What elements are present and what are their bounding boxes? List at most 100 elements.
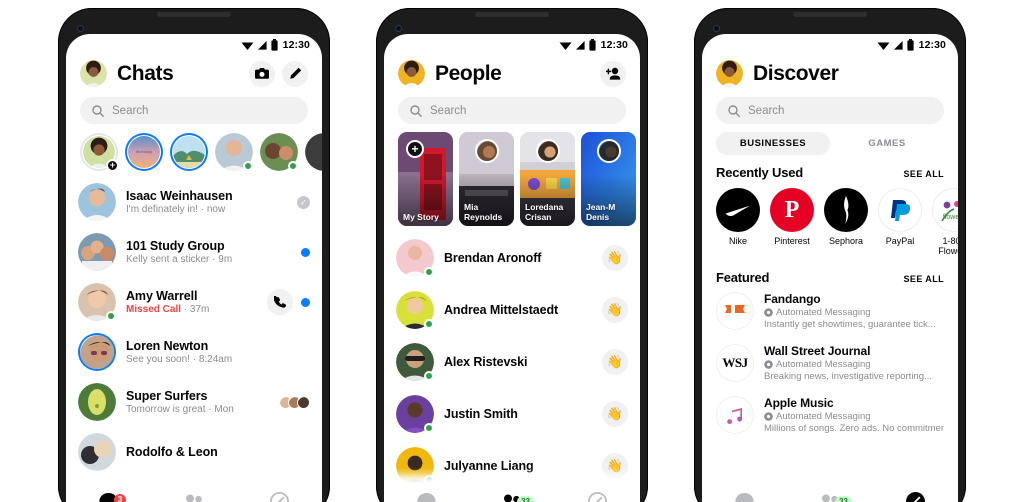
search-input[interactable]: Search [398,97,626,124]
nav-discover[interactable] [237,492,322,502]
people-list[interactable]: Brendan Aronoff 👋 Andrea Mittelstaedt 👋 … [384,232,640,502]
bottom-nav[interactable]: 33 [384,473,640,502]
avatar[interactable] [80,60,107,87]
recently-used-header: Recently Used SEE ALL [702,155,958,180]
search-input[interactable]: Search [716,97,944,124]
discover-icon [587,492,607,502]
brand-name: Pinterest [774,236,810,246]
nav-discover[interactable] [873,492,958,502]
list-item[interactable]: Fandango Automated Messaging Instantly g… [702,285,958,337]
list-item[interactable]: Andrea Mittelstaedt 👋 [384,284,640,336]
add-story-icon[interactable]: + [106,159,119,172]
featured-desc: Millions of songs. Zero ads. No commitme… [764,423,944,434]
nav-discover[interactable] [555,492,640,502]
discover-icon [905,492,925,502]
nav-chats[interactable] [384,492,469,502]
nav-chats[interactable] [702,492,787,502]
status-bar: 12:30 [702,34,958,54]
header-actions [249,60,308,87]
nav-people[interactable]: 33 [787,494,872,502]
avatar[interactable] [398,60,425,87]
table-row[interactable]: Super Surfers Tomorrow is great · Mon [66,377,322,427]
story-card-jean[interactable]: Jean-M Denis [581,132,636,226]
story-card-mia[interactable]: Mia Reynolds [459,132,514,226]
story-card-label: Loredana Crisan [525,202,564,222]
brand-paypal[interactable]: PayPal [878,188,922,256]
list-item[interactable]: Apple Music Automated Messaging Millions… [702,389,958,441]
table-row[interactable]: Loren Newton See you soon! · 8:24am [66,327,322,377]
sephora-logo [824,188,868,232]
featured-name: Apple Music [764,396,834,410]
online-indicator [424,371,434,381]
table-row[interactable]: Isaac Weinhausen I'm definately in! · no… [66,177,322,227]
story-my-story[interactable]: + [80,133,119,172]
story-sunset[interactable]: #tuesday [125,133,163,171]
add-person-icon [605,67,620,80]
badge: 3 [113,494,127,502]
search-icon [410,104,422,117]
list-item[interactable]: Justin Smith 👋 [384,388,640,440]
story-card-my-story[interactable]: + My Story [398,132,453,226]
nav-chats[interactable]: 3 [66,492,151,502]
online-indicator [424,267,434,277]
compose-button[interactable] [282,60,308,87]
person-name: Justin Smith [444,407,518,421]
nav-people[interactable] [151,494,236,502]
tab-games[interactable]: GAMES [830,132,944,155]
see-all-link[interactable]: SEE ALL [904,274,944,284]
chat-name: Isaac Weinhausen [126,189,233,203]
chat-list[interactable]: Isaac Weinhausen I'm definately in! · no… [66,175,322,477]
list-item[interactable]: Brendan Aronoff 👋 [384,232,640,284]
bottom-nav[interactable]: 33 [702,473,958,502]
avatar[interactable] [716,60,743,87]
bottom-nav[interactable]: 3 [66,473,322,502]
call-button[interactable] [267,289,293,315]
story-more[interactable] [305,133,322,171]
camera-button[interactable] [249,60,275,87]
story-thumb: #tuesday [128,136,160,168]
discover-tabs[interactable]: BUSINESSES GAMES [716,132,944,155]
wave-button[interactable]: 👋 [602,401,628,427]
add-person-button[interactable] [600,60,626,87]
brand-flowers[interactable]: flowers 1-800 Flowers [932,188,958,256]
list-item[interactable]: Alex Ristevski 👋 [384,336,640,388]
wave-button[interactable]: 👋 [602,349,628,375]
app-header: Chats [66,54,322,91]
tab-businesses[interactable]: BUSINESSES [716,132,830,155]
chat-meta [301,247,310,257]
see-all-link[interactable]: SEE ALL [904,169,944,179]
wave-button[interactable]: 👋 [602,245,628,271]
story-beach[interactable] [170,133,208,171]
table-row[interactable]: Amy Warrell Missed Call · 37m [66,277,322,327]
svg-text:#tuesday: #tuesday [136,149,152,154]
story-man[interactable] [215,133,253,171]
featured-header: Featured SEE ALL [702,258,958,285]
brand-rail[interactable]: Nike P Pinterest Sephora PayPal flowe 1-… [702,180,958,258]
table-row[interactable]: 101 Study Group Kelly sent a sticker · 9… [66,227,322,277]
brand-nike[interactable]: Nike [716,188,760,256]
wave-button[interactable]: 👋 [602,297,628,323]
search-input[interactable]: Search [80,97,308,124]
screen-people: 12:30 People Search + My Story Mia Reyno… [384,34,640,502]
online-indicator [106,311,116,321]
featured-meta: Automated Messaging [764,411,944,422]
story-card-loredana[interactable]: Loredana Crisan [520,132,575,226]
status-bar-time: 12:30 [600,39,628,51]
featured-list[interactable]: Fandango Automated Messaging Instantly g… [702,285,958,441]
add-story-icon[interactable]: + [406,140,424,158]
front-camera-icon [713,25,720,32]
featured-meta: Automated Messaging [764,307,936,318]
wave-icon: 👋 [606,302,624,317]
nav-people[interactable]: 33 [469,494,554,502]
fandango-logo [716,292,754,330]
pinterest-logo: P [770,188,814,232]
brand-sephora[interactable]: Sephora [824,188,868,256]
brand-name: Sephora [828,236,864,246]
list-item[interactable]: WSJ Wall Street Journal Automated Messag… [702,337,958,389]
chat-text: Super Surfers Tomorrow is great · Mon [126,389,269,415]
story-cards[interactable]: + My Story Mia Reynolds Loredana Crisan [384,124,640,232]
svg-text:flowers: flowers [943,214,958,221]
story-couple[interactable] [260,133,298,171]
story-rail[interactable]: + #tuesday [66,124,322,175]
brand-pinterest[interactable]: P Pinterest [770,188,814,256]
